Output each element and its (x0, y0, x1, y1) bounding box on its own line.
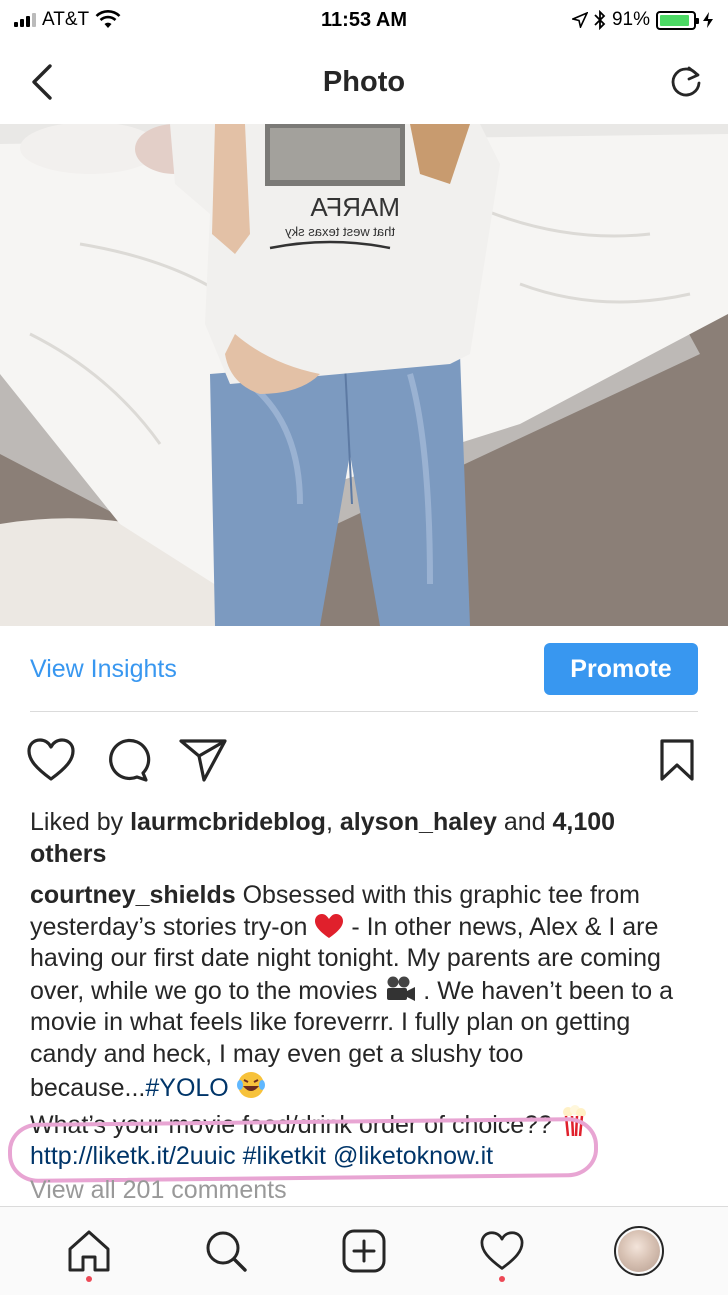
status-bar: AT&T 11:53 AM 91% (0, 0, 728, 40)
avatar (614, 1226, 665, 1276)
tab-profile[interactable] (604, 1216, 674, 1286)
liker-username[interactable]: laurmcbrideblog (130, 808, 326, 836)
notification-dot (85, 1276, 92, 1282)
battery-percent: 91% (611, 9, 650, 30)
comment-button[interactable] (98, 731, 156, 789)
tab-search[interactable] (191, 1216, 261, 1286)
page-title: Photo (322, 65, 406, 98)
popcorn-icon (562, 1104, 586, 1136)
home-icon (68, 1230, 110, 1272)
share-button[interactable] (174, 731, 232, 789)
tab-home[interactable] (54, 1216, 124, 1286)
battery-icon (656, 10, 699, 30)
red-heart-icon (315, 913, 344, 938)
bottom-tab-bar (0, 1206, 728, 1295)
svg-text:MARFA: MARFA (310, 192, 400, 222)
wifi-icon (95, 10, 121, 28)
insights-row: View Insights Promote (0, 626, 728, 712)
caption-username[interactable]: courtney_shields (30, 881, 236, 909)
hashtag-link[interactable]: #YOLO (145, 1074, 228, 1102)
caption-url-link[interactable]: http://liketk.it/2uuic (30, 1142, 236, 1170)
view-all-comments-link[interactable]: View all 201 comments (30, 1176, 287, 1205)
post-photo[interactable]: MARFA that west texas sky (0, 124, 728, 626)
charging-bolt-icon (703, 12, 713, 28)
chevron-left-icon (32, 64, 52, 100)
bookmark-icon (660, 739, 694, 781)
tab-new-post[interactable] (329, 1216, 399, 1286)
search-icon (206, 1231, 248, 1272)
bluetooth-icon (594, 10, 606, 30)
back-button[interactable] (20, 60, 64, 104)
likes-summary: Liked by laurmcbrideblog, alyson_haley a… (30, 806, 690, 870)
movie-camera-icon (387, 976, 416, 1001)
likes-separator: , (325, 808, 340, 836)
divider (30, 711, 698, 712)
view-insights-link[interactable]: View Insights (30, 655, 177, 684)
notification-dot (498, 1276, 505, 1282)
battery-fill (660, 14, 690, 26)
nav-bar: Photo (0, 40, 728, 124)
svg-text:that west texas sky: that west texas sky (285, 224, 395, 239)
add-post-icon (342, 1229, 386, 1273)
comment-icon (109, 738, 151, 782)
like-button[interactable] (22, 731, 80, 789)
likes-and: and (496, 808, 553, 836)
hashtag-link[interactable]: #liketkit (243, 1142, 326, 1170)
promote-button[interactable]: Promote (544, 643, 698, 695)
photo-image: MARFA that west texas sky (0, 124, 728, 626)
avatar-image (618, 1230, 661, 1272)
post-actions (0, 730, 728, 790)
laughing-tears-icon (236, 1072, 265, 1098)
activity-heart-icon (480, 1231, 524, 1270)
location-arrow-icon (571, 12, 588, 28)
mention-link[interactable]: @liketoknow.it (333, 1142, 493, 1170)
refresh-button[interactable] (664, 60, 708, 104)
tab-activity[interactable] (467, 1216, 537, 1286)
save-button[interactable] (648, 731, 706, 789)
caption-text: What’s your movie food/drink order of ch… (30, 1110, 559, 1139)
refresh-icon (671, 66, 701, 97)
send-icon (179, 739, 227, 782)
post-caption: courtney_shields Obsessed with this grap… (30, 880, 690, 1173)
likes-prefix: Liked by (30, 808, 131, 836)
status-left: AT&T (14, 9, 121, 31)
status-right: 91% (571, 9, 714, 31)
heart-icon (27, 738, 75, 781)
liker-username[interactable]: alyson_haley (340, 808, 497, 836)
signal-icon (14, 13, 36, 27)
carrier-label: AT&T (42, 9, 90, 30)
